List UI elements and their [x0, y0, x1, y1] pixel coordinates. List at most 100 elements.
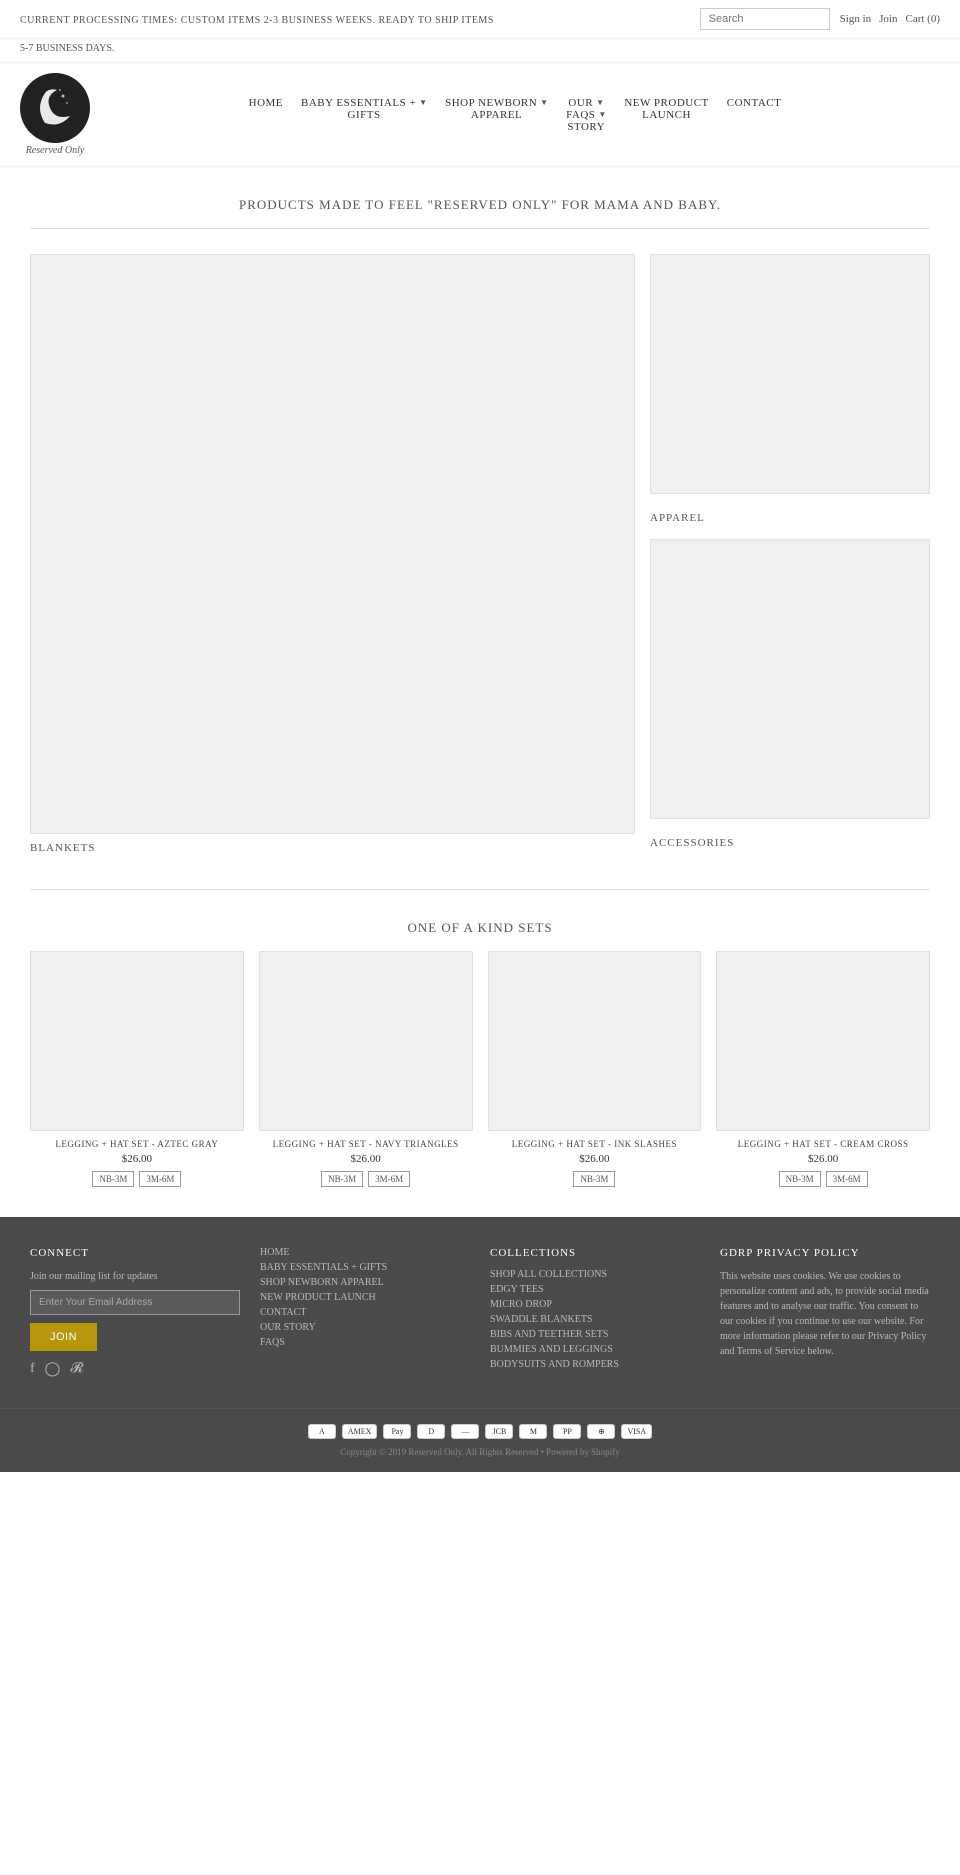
apparel-image-top[interactable] [650, 254, 930, 494]
chevron-down-icon: ▼ [419, 98, 427, 107]
blankets-label: BLANKETS [30, 834, 635, 859]
payment-visa: VISA [621, 1424, 652, 1439]
footer-collections-col: COLLECTIONS SHOP ALL COLLECTIONS EDGY TE… [490, 1247, 700, 1378]
featured-grid: BLANKETS APPAREL ACCESSORIES [0, 254, 960, 879]
featured-right: APPAREL ACCESSORIES [650, 254, 930, 859]
sign-in-link[interactable]: Sign in [840, 13, 871, 25]
nav-baby-essentials: BABY ESSENTIALS + ▼ GIFTS [301, 97, 427, 121]
size-badge[interactable]: 3M-6M [139, 1171, 181, 1187]
payment-applepay: Pay [383, 1424, 411, 1439]
social-icons: f ◯ 𝓡 [30, 1361, 240, 1378]
nav-apparel-label[interactable]: APPAREL [471, 109, 522, 121]
chevron-down-icon-3: ▼ [596, 98, 604, 107]
nav-shop-newborn-label[interactable]: SHOP NEWBORN [445, 97, 537, 109]
footer-collection-bodysuits[interactable]: BODYSUITS AND ROMPERS [490, 1359, 700, 1370]
product-price-1: $26.00 [30, 1153, 244, 1165]
featured-left: BLANKETS [30, 254, 635, 859]
footer-nav-contact[interactable]: CONTACT [260, 1307, 470, 1318]
chevron-down-icon-2: ▼ [540, 98, 548, 107]
join-link[interactable]: Join [879, 13, 897, 25]
footer-gdrp-title: GDRP PRIVACY POLICY [720, 1247, 930, 1259]
nav-shop-newborn: SHOP NEWBORN ▼ APPAREL [445, 97, 548, 121]
payment-amex: AMEX [342, 1424, 378, 1439]
product-card: LEGGING + HAT SET - AZTEC GRAY $26.00 NB… [30, 951, 244, 1187]
footer-collection-tees[interactable]: EDGY TEES [490, 1284, 700, 1295]
navbar: Reserved Only HOME BABY ESSENTIALS + ▼ G… [0, 63, 960, 167]
product-name-2: LEGGING + HAT SET - NAVY TRIANGLES [259, 1139, 473, 1149]
footer-email-input[interactable] [30, 1290, 240, 1315]
facebook-icon[interactable]: f [30, 1361, 35, 1378]
search-input[interactable] [700, 8, 830, 30]
size-badge[interactable]: NB-3M [321, 1171, 363, 1187]
footer-collection-bummies[interactable]: BUMMIES AND LEGGINGS [490, 1344, 700, 1355]
banner-links: Sign in Join Cart (0) [840, 13, 940, 25]
size-badge[interactable]: NB-3M [779, 1171, 821, 1187]
section-title: ONE OF A KIND SETS [0, 900, 960, 951]
nav-baby-essentials-label[interactable]: BABY ESSENTIALS + [301, 97, 416, 109]
product-card: LEGGING + HAT SET - INK SLASHES $26.00 N… [488, 951, 702, 1187]
payment-jcb: JCB [485, 1424, 513, 1439]
footer-collection-bibs[interactable]: BIBS AND TEETHER SETS [490, 1329, 700, 1340]
footer-collection-all[interactable]: SHOP ALL COLLECTIONS [490, 1269, 700, 1280]
footer-connect-text: Join our mailing list for updates [30, 1269, 240, 1284]
payment-footer: A AMEX Pay D — JCB M PP ⊕ VISA Copyright… [0, 1408, 960, 1472]
pinterest-icon[interactable]: 𝓡 [70, 1361, 83, 1378]
apparel-label: APPAREL [650, 504, 930, 529]
nav-new-product-label[interactable]: NEW PRODUCT [624, 97, 708, 109]
product-name-3: LEGGING + HAT SET - INK SLASHES [488, 1139, 702, 1149]
banner-text-1: CURRENT PROCESSING TIMES: CUSTOM ITEMS 2… [20, 15, 494, 26]
product-image-4[interactable] [716, 951, 930, 1131]
apparel-image-bottom[interactable] [650, 539, 930, 819]
join-button[interactable]: Join [30, 1323, 97, 1351]
blankets-image[interactable] [30, 254, 635, 834]
footer-nav-baby[interactable]: BABY ESSENTIALS + GIFTS [260, 1262, 470, 1273]
footer-collection-micro[interactable]: MICRO DROP [490, 1299, 700, 1310]
nav-links: HOME BABY ESSENTIALS + ▼ GIFTS SHOP NEWB… [90, 97, 940, 133]
product-image-3[interactable] [488, 951, 702, 1131]
nav-contact[interactable]: CONTACT [727, 97, 782, 109]
footer-connect-title: CONNECT [30, 1247, 240, 1259]
product-price-3: $26.00 [488, 1153, 702, 1165]
payment-gpay: ⊕ [587, 1424, 615, 1439]
payment-diners: D [417, 1424, 445, 1439]
section-divider [30, 889, 930, 890]
payment-elo: — [451, 1424, 479, 1439]
product-price-4: $26.00 [716, 1153, 930, 1165]
nav-our-label[interactable]: OUR [568, 97, 593, 109]
banner-text: CURRENT PROCESSING TIMES: CUSTOM ITEMS 2… [20, 12, 494, 27]
product-image-2[interactable] [259, 951, 473, 1131]
payment-mastercard: M [519, 1424, 547, 1439]
nav-story-label[interactable]: STORY [567, 121, 605, 133]
nav-faqs-label[interactable]: FAQS [566, 109, 595, 121]
cart-link[interactable]: Cart (0) [905, 13, 940, 25]
size-badge[interactable]: 3M-6M [826, 1171, 868, 1187]
copyright-text: Copyright © 2019 Reserved Only. All Righ… [30, 1447, 930, 1457]
footer-nav-faqs[interactable]: FAQs [260, 1337, 470, 1348]
nav-new-product: NEW PRODUCT LAUNCH [624, 97, 708, 121]
footer-nav-shop[interactable]: SHOP NEWBORN APPAREL [260, 1277, 470, 1288]
product-sizes-2: NB-3M 3M-6M [259, 1171, 473, 1187]
payment-icons: A AMEX Pay D — JCB M PP ⊕ VISA [30, 1424, 930, 1439]
nav-home[interactable]: HOME [249, 97, 283, 109]
footer-nav-home[interactable]: HOME [260, 1247, 470, 1258]
products-grid: LEGGING + HAT SET - AZTEC GRAY $26.00 NB… [0, 951, 960, 1217]
product-card: LEGGING + HAT SET - NAVY TRIANGLES $26.0… [259, 951, 473, 1187]
footer-nav-new[interactable]: NEW PRODUCT LAUNCH [260, 1292, 470, 1303]
nav-gifts-label[interactable]: GIFTS [348, 109, 381, 121]
product-card: LEGGING + HAT SET - CREAM CROSS $26.00 N… [716, 951, 930, 1187]
footer-collection-swaddle[interactable]: SWADDLE BLANKETS [490, 1314, 700, 1325]
banner-right: Sign in Join Cart (0) [700, 8, 940, 30]
footer-gdrp-text: This website uses cookies. We use cookie… [720, 1269, 930, 1359]
logo-icon[interactable] [20, 73, 90, 143]
top-banner: CURRENT PROCESSING TIMES: CUSTOM ITEMS 2… [0, 0, 960, 39]
instagram-icon[interactable]: ◯ [45, 1361, 61, 1378]
size-badge[interactable]: 3M-6M [368, 1171, 410, 1187]
size-badge[interactable]: NB-3M [92, 1171, 134, 1187]
size-badge[interactable]: NB-3M [573, 1171, 615, 1187]
product-image-1[interactable] [30, 951, 244, 1131]
footer-nav-story[interactable]: OUR STORY [260, 1322, 470, 1333]
nav-launch-label[interactable]: LAUNCH [642, 109, 691, 121]
product-sizes-3: NB-3M [488, 1171, 702, 1187]
product-name-4: LEGGING + HAT SET - CREAM CROSS [716, 1139, 930, 1149]
footer-gdrp-col: GDRP PRIVACY POLICY This website uses co… [720, 1247, 930, 1378]
